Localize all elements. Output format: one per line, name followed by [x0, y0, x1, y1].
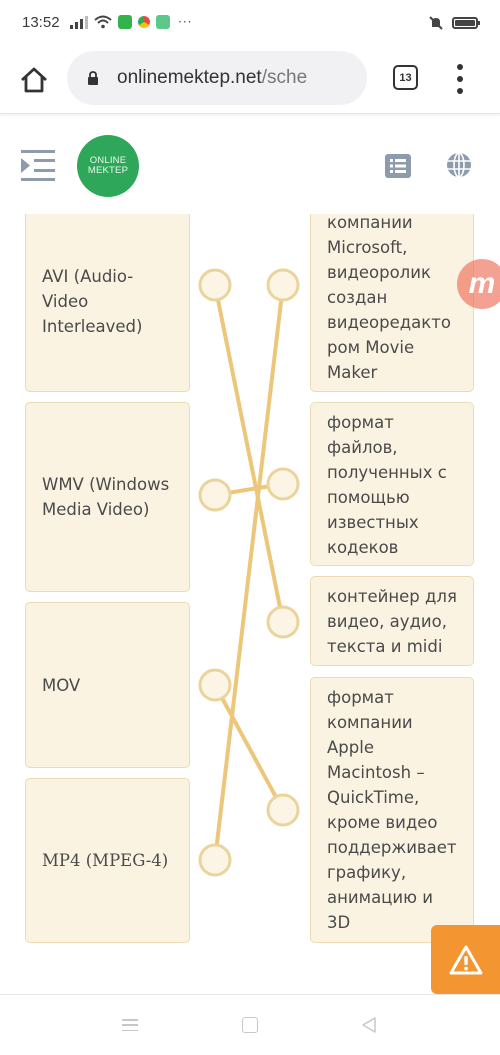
url-text[interactable]: onlinemektep.net/sche — [117, 67, 357, 89]
right-card-container[interactable]: контейнер для видео, аудио, текста и mid… — [310, 576, 474, 666]
home-nav-button[interactable] — [242, 1017, 258, 1033]
text-line: контейнер для — [327, 587, 457, 606]
connector-handle-right-r2[interactable] — [266, 467, 300, 501]
text-line: текста и midi — [327, 637, 443, 656]
connector-handle-left-mp4[interactable] — [198, 843, 232, 877]
url-path: /sche — [261, 67, 308, 88]
text-line: формат — [327, 688, 394, 707]
whatsapp-icon — [118, 15, 132, 29]
sidebar-toggle-icon[interactable] — [20, 149, 56, 182]
connector-handle-right-r3[interactable] — [266, 605, 300, 639]
signal-icon — [70, 15, 88, 29]
connector-handle-right-r1[interactable] — [266, 268, 300, 302]
status-icons: ··· — [70, 15, 192, 29]
text-line: графику, — [327, 863, 407, 882]
connection-line-avi-r3 — [213, 284, 285, 623]
connection-line-mov-r4 — [213, 684, 285, 811]
text-line: MP4 (MPEG-4) — [42, 851, 169, 870]
language-globe-icon[interactable] — [446, 152, 472, 178]
text-line: Macintosh – — [327, 763, 425, 782]
text-line: полученных с — [327, 463, 447, 482]
browser-toolbar: onlinemektep.net/sche 13 — [0, 48, 500, 114]
text-line: AVI (Audio- — [42, 266, 134, 286]
app-icon — [156, 15, 170, 29]
right-card-movie-maker[interactable]: компании Microsoft, видеоролик создан ви… — [310, 214, 474, 392]
more-notifications-icon: ··· — [178, 15, 193, 29]
left-card-mov[interactable]: MOV — [25, 602, 190, 768]
text-line: Interleaved) — [42, 316, 143, 336]
text-line: файлов, — [327, 438, 398, 457]
text-line: компании — [327, 713, 413, 732]
connection-line-mp4-r1 — [213, 284, 285, 861]
lock-icon — [88, 71, 98, 85]
wifi-icon — [94, 15, 112, 29]
task-list-icon[interactable] — [385, 154, 411, 178]
text-line: MOV — [42, 675, 81, 695]
left-card-avi-text: AVI (Audio- Video Interleaved) — [42, 264, 142, 339]
text-line: помощью — [327, 488, 410, 507]
text-line: кодеков — [327, 538, 399, 557]
connector-handle-left-mov[interactable] — [198, 668, 232, 702]
address-bar[interactable]: onlinemektep.net/sche — [67, 51, 367, 105]
text-line: видео, аудио, — [327, 612, 447, 631]
url-host: onlinemektep.net — [117, 67, 262, 88]
browser-menu-button[interactable] — [452, 64, 468, 94]
text-line: известных — [327, 513, 419, 532]
text-line: кроме видео — [327, 813, 438, 832]
left-card-mp4-text: MP4 (MPEG-4) — [42, 848, 168, 873]
status-right — [428, 15, 480, 31]
text-line: формат — [327, 413, 394, 432]
text-line: видеоредакто — [327, 313, 451, 332]
logo-line-2: MEKTEP — [87, 165, 129, 176]
text-line: Video — [42, 291, 89, 311]
status-time: 13:52 — [22, 14, 60, 31]
right-card-codecs[interactable]: формат файлов, полученных с помощью изве… — [310, 402, 474, 566]
connection-line-wmv-r2 — [214, 482, 284, 497]
left-card-wmv-text: WMV (Windows Media Video) — [42, 472, 169, 522]
text-line: ром Movie — [327, 338, 415, 357]
text-line: анимацию и — [327, 888, 433, 907]
text-line: создан — [327, 288, 388, 307]
connector-handle-left-wmv[interactable] — [198, 478, 232, 512]
text-line: Microsoft, — [327, 238, 408, 257]
report-problem-button[interactable] — [431, 925, 500, 994]
matching-exercise: AVI (Audio- Video Interleaved) WMV (Wind… — [0, 214, 500, 994]
left-card-avi[interactable]: AVI (Audio- Video Interleaved) — [25, 214, 190, 392]
right-card-quicktime[interactable]: формат компании Apple Macintosh – QuickT… — [310, 677, 474, 943]
left-card-wmv[interactable]: WMV (Windows Media Video) — [25, 402, 190, 592]
mute-icon — [429, 16, 443, 30]
battery-icon — [452, 17, 480, 29]
text-line: компании — [327, 214, 413, 232]
home-button[interactable] — [18, 64, 50, 96]
brand-badge-icon[interactable]: m — [457, 259, 500, 309]
warning-icon — [449, 945, 482, 974]
site-header: ONLINE MEKTEP — [0, 116, 500, 214]
left-card-mov-text: MOV — [42, 673, 80, 698]
text-line: QuickTime, — [327, 788, 420, 807]
online-mektep-logo[interactable]: ONLINE MEKTEP — [77, 135, 139, 197]
system-navigation-bar — [0, 994, 500, 1055]
text-line: Maker — [327, 363, 378, 382]
tab-switcher-button[interactable]: 13 — [393, 65, 418, 90]
text-line: видеоролик — [327, 263, 431, 282]
connector-handle-left-avi[interactable] — [198, 268, 232, 302]
connector-handle-right-r4[interactable] — [266, 793, 300, 827]
text-line: WMV (Windows — [42, 475, 170, 494]
back-button[interactable] — [360, 1016, 378, 1034]
text-line: поддерживает — [327, 838, 457, 857]
status-bar: 13:52 ··· — [0, 0, 500, 48]
text-line: Media Video) — [42, 500, 150, 519]
chrome-icon — [138, 16, 150, 28]
text-line: Apple — [327, 738, 374, 757]
recents-button[interactable] — [122, 1019, 138, 1031]
left-card-mp4[interactable]: MP4 (MPEG-4) — [25, 778, 190, 943]
